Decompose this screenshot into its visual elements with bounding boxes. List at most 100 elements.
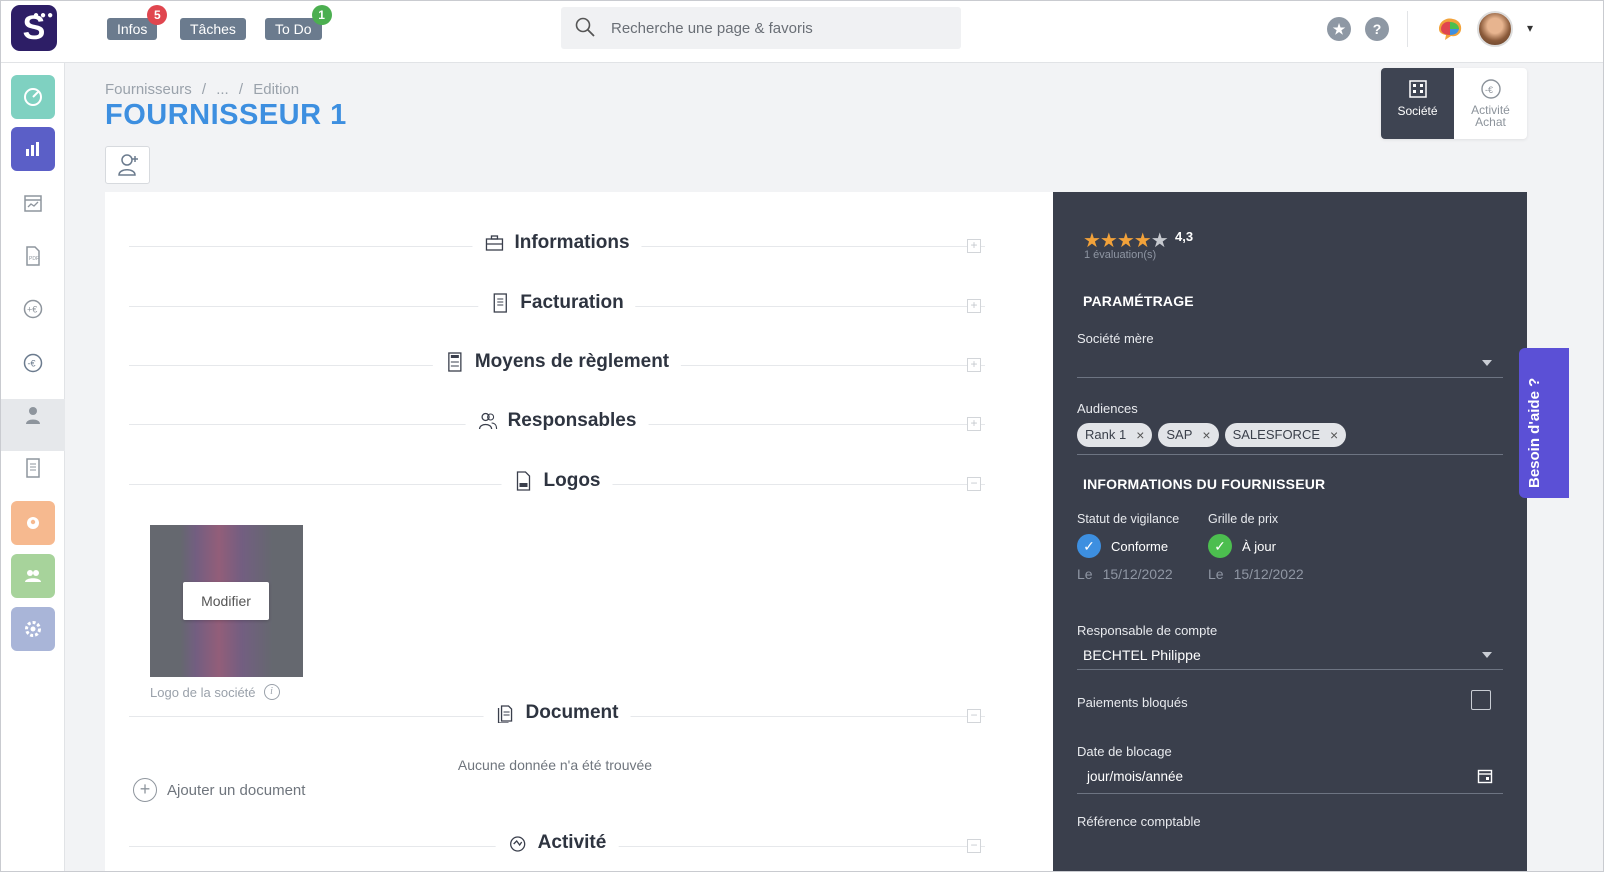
collapse-toggle[interactable]: − <box>967 477 981 491</box>
price-grid-value: À jour <box>1242 538 1276 554</box>
section-header[interactable]: Logos <box>501 470 613 492</box>
section-header[interactable]: Document <box>483 702 631 724</box>
todo-button[interactable]: To Do 1 <box>265 5 332 40</box>
calendar-icon[interactable] <box>1477 768 1493 784</box>
logo-caption-text: Logo de la société <box>150 684 256 700</box>
sidebar-item-sales[interactable]: +€ <box>11 287 55 331</box>
person-badge-icon <box>27 517 39 529</box>
building-icon <box>1408 80 1427 98</box>
remove-chip-icon[interactable]: × <box>1136 423 1144 447</box>
expand-toggle[interactable]: + <box>967 299 981 313</box>
search-bar[interactable] <box>561 7 961 49</box>
section-title: Activité <box>537 832 607 853</box>
blocking-date-input[interactable]: jour/mois/année <box>1087 769 1183 784</box>
section-facturation[interactable]: Facturation + <box>129 292 985 322</box>
section-responsables[interactable]: Responsables + <box>129 410 985 440</box>
info-icon[interactable]: i <box>263 684 280 700</box>
tab-activite-achat-label: Activité Achat <box>1471 103 1510 129</box>
societe-mere-select[interactable] <box>1077 377 1503 378</box>
price-grid-date: Le 15/12/2022 <box>1208 566 1304 582</box>
add-document-button[interactable]: + Ajouter un document <box>133 778 305 802</box>
audiences-label: Audiences <box>1077 401 1138 416</box>
supplier-settings-panel: ★★★★★ 4,3 1 évaluation(s) PARAMÉTRAGE So… <box>1053 192 1527 871</box>
section-header[interactable]: Responsables <box>465 410 649 432</box>
expand-toggle[interactable]: + <box>967 417 981 431</box>
section-header[interactable]: Moyens de règlement <box>432 351 682 373</box>
chevron-down-icon[interactable] <box>1482 652 1492 658</box>
chevron-down-icon[interactable]: ▾ <box>1527 21 1533 35</box>
avatar[interactable] <box>1477 11 1513 47</box>
help-icon[interactable]: ? <box>1365 17 1389 41</box>
sidebar-item-purchases[interactable]: -€ <box>11 341 55 385</box>
breadcrumb: Fournisseurs / ... / Edition <box>105 81 305 98</box>
help-tab-label: Besoin d'aide ? <box>1526 377 1543 488</box>
price-grid-label: Grille de prix <box>1208 512 1279 526</box>
help-tab[interactable]: Besoin d'aide ? <box>1519 348 1569 498</box>
pdf-document-icon: PDF <box>26 246 40 266</box>
blocked-payments-checkbox[interactable] <box>1471 690 1491 710</box>
section-moyens-reglement[interactable]: Moyens de règlement + <box>129 351 985 381</box>
euro-out-icon: -€ <box>23 353 43 373</box>
tab-societe[interactable]: Société <box>1381 68 1454 139</box>
taches-button[interactable]: Tâches <box>180 18 246 40</box>
section-informations[interactable]: Informations + <box>129 232 985 262</box>
add-circle-icon: + <box>133 778 157 802</box>
audiences-input[interactable]: Rank 1 × SAP × SALESFORCE × <box>1077 423 1347 447</box>
audiences-underline <box>1077 454 1503 455</box>
section-header[interactable]: Facturation <box>478 292 636 314</box>
tab-activite-achat[interactable]: -€ Activité Achat <box>1454 68 1527 139</box>
star-icon[interactable]: ★ <box>1327 17 1351 41</box>
account-manager-value[interactable]: BECHTEL Philippe <box>1083 647 1201 663</box>
app-frame: ●●● S Infos 5 Tâches To Do 1 ★ ? <box>0 0 1604 872</box>
chevron-down-icon[interactable] <box>1482 360 1492 366</box>
people-icon <box>478 412 498 430</box>
expand-toggle[interactable]: + <box>967 239 981 253</box>
sidebar-item-hr[interactable] <box>11 501 55 545</box>
sidebar-item-invoices[interactable] <box>11 446 55 490</box>
brain-icon[interactable] <box>1435 15 1465 43</box>
audience-chip[interactable]: Rank 1 × <box>1077 423 1153 447</box>
section-title: Informations <box>514 232 630 253</box>
remove-chip-icon[interactable]: × <box>1330 423 1338 447</box>
section-logos[interactable]: Logos − <box>129 470 985 500</box>
infos-button-label: Infos <box>117 21 148 37</box>
audience-chip[interactable]: SALESFORCE × <box>1224 423 1347 447</box>
sidebar-item-team[interactable] <box>11 554 55 598</box>
company-logo-image[interactable]: Modifier <box>150 525 303 677</box>
activity-icon <box>510 836 526 852</box>
sidebar-item-settings[interactable] <box>11 607 55 651</box>
dashboard-icon <box>24 88 42 106</box>
sidebar-item-dashboard[interactable] <box>11 75 55 119</box>
infos-button[interactable]: Infos 5 <box>107 5 168 40</box>
image-file-icon <box>516 471 531 491</box>
date-prefix: Le <box>1077 566 1093 582</box>
account-manager-select[interactable] <box>1077 669 1503 670</box>
breadcrumb-ellipsis[interactable]: ... <box>216 81 229 98</box>
audience-chip[interactable]: SAP × <box>1158 423 1219 447</box>
modify-logo-button[interactable]: Modifier <box>183 582 269 620</box>
section-document[interactable]: Document − <box>129 702 985 732</box>
section-header[interactable]: Informations <box>472 232 642 254</box>
app-logo[interactable]: ●●● S <box>11 5 57 51</box>
sidebar-item-contacts[interactable] <box>11 393 55 437</box>
sidebar-item-analytics[interactable] <box>11 127 55 171</box>
svg-text:-€: -€ <box>28 359 36 369</box>
breadcrumb-fournisseurs[interactable]: Fournisseurs <box>105 81 192 98</box>
section-header[interactable]: Activité <box>495 832 619 854</box>
section-activite[interactable]: Activité − <box>129 832 985 862</box>
sidebar-item-planning[interactable] <box>11 181 55 225</box>
collapse-toggle[interactable]: − <box>967 839 981 853</box>
search-input[interactable] <box>611 17 941 39</box>
collapse-toggle[interactable]: − <box>967 709 981 723</box>
expand-toggle[interactable]: + <box>967 358 981 372</box>
euro-out-icon: -€ <box>1480 79 1501 99</box>
svg-text:PDF: PDF <box>29 256 39 262</box>
add-user-button[interactable] <box>105 146 150 184</box>
view-tabs: Société -€ Activité Achat <box>1381 68 1527 139</box>
account-manager-label: Responsable de compte <box>1077 623 1218 638</box>
blocking-date-underline <box>1077 793 1503 794</box>
page-title: FOURNISSEUR 1 <box>105 99 347 131</box>
sidebar-item-documents[interactable]: PDF <box>11 234 55 278</box>
remove-chip-icon[interactable]: × <box>1202 423 1210 447</box>
parametrage-heading: PARAMÉTRAGE <box>1083 293 1194 309</box>
